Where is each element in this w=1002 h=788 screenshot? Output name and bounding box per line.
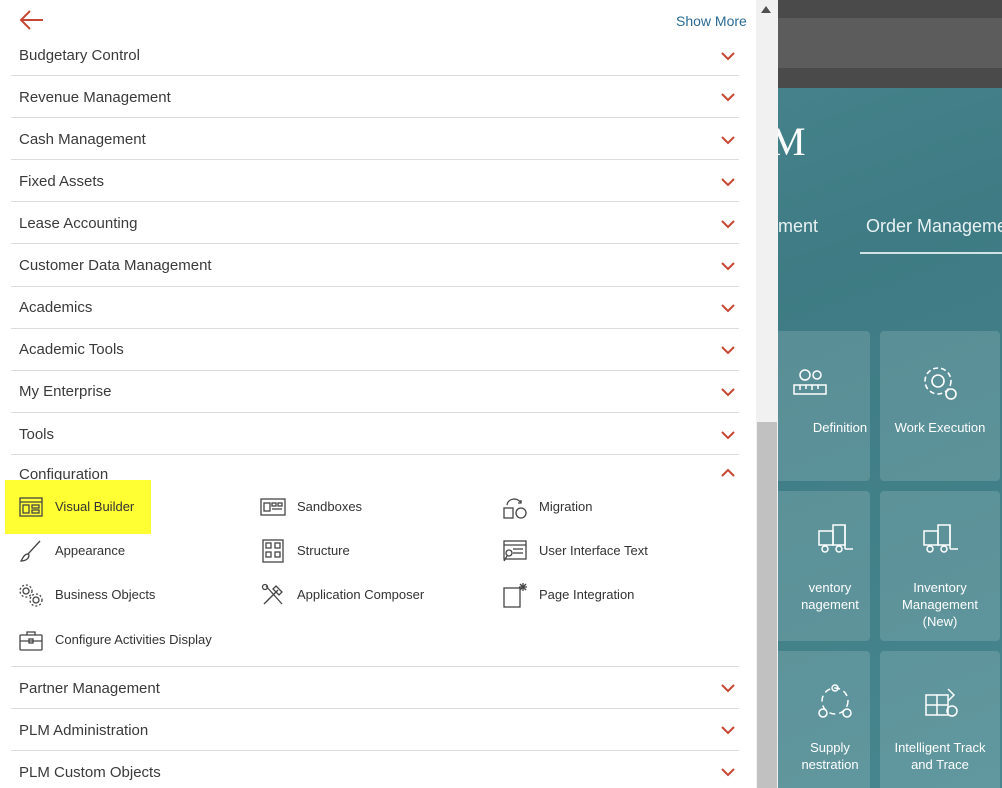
config-item-label: Business Objects [55,587,156,602]
chevron-down-icon [721,52,735,61]
chevron-down-icon [721,304,735,313]
nav-group-label: PLM Custom Objects [19,764,161,781]
nav-group-label: Fixed Assets [19,173,105,190]
config-item-label: Migration [539,499,593,514]
background-tab-2[interactable]: Order Manageme [866,216,1002,237]
chevron-up-icon [721,468,735,477]
config-item-application-composer[interactable]: Application Composer [260,582,450,610]
forklift-icon [880,521,1000,560]
chevron-down-icon [721,262,735,271]
chevron-down-icon [721,346,735,355]
gears-icon [19,584,43,607]
config-item-label: User Interface Text [539,543,648,558]
nav-group-label: Tools [19,426,55,443]
background-tile-label: Inventory Management (New) [902,580,978,629]
chevron-down-icon [721,768,735,777]
background-tile-track-trace[interactable]: Intelligent Track and Trace [880,651,1000,788]
nav-group-cash-management[interactable]: Cash Management [11,118,739,160]
config-item-visual-builder[interactable]: Visual Builder [18,494,158,522]
tools-icon [261,583,283,605]
background-tile-work-execution[interactable]: Work Execution [880,331,1000,481]
nav-group-label: Revenue Management [19,89,171,106]
background-tab-underline [860,252,1002,254]
nav-group-tools[interactable]: Tools [11,413,739,455]
config-item-page-integration[interactable]: Page Integration [502,582,662,610]
nav-group-partner-management[interactable]: Partner Management [11,667,739,709]
nav-group-academic-tools[interactable]: Academic Tools [11,329,739,371]
user-interface-text-icon [503,540,527,562]
config-item-appearance[interactable]: Appearance [18,538,158,566]
config-item-configure-activities-display[interactable]: Configure Activities Display [18,627,238,655]
config-item-label: Sandboxes [297,499,363,514]
scrollbar-thumb[interactable] [757,422,777,788]
nav-group-budgetary-control[interactable]: Budgetary Control [11,34,739,76]
back-button[interactable] [18,8,46,32]
background-tile-label: Intelligent Track and Trace [894,740,986,772]
config-item-migration[interactable]: Migration [502,494,642,522]
nav-group-customer-data-management[interactable]: Customer Data Management [11,245,739,287]
nav-group-label: Lease Accounting [19,215,138,232]
nav-group-academics[interactable]: Academics [11,287,739,329]
config-item-label: Structure [297,543,350,558]
nav-group-lease-accounting[interactable]: Lease Accounting [11,202,739,244]
nav-group-label: Customer Data Management [19,257,212,274]
chevron-down-icon [721,136,735,145]
track-trace-icon [880,681,1000,724]
nav-group-label: Academics [19,299,93,316]
nav-group-fixed-assets[interactable]: Fixed Assets [11,160,739,202]
show-more-link[interactable]: Show More [676,13,747,29]
chevron-down-icon [721,93,735,102]
nav-group-label: Cash Management [19,131,146,148]
nav-group-label: Budgetary Control [19,47,140,64]
brush-icon [19,540,41,562]
nav-group-plm-administration[interactable]: PLM Administration [11,709,739,751]
config-item-structure[interactable]: Structure [260,538,400,566]
page-integration-icon [503,583,527,608]
config-item-label: Configure Activities Display [55,632,212,647]
config-item-label: Visual Builder [55,499,135,514]
chevron-down-icon [721,726,735,735]
navigator-drawer: Show More Budgetary Control Revenue Mana… [0,0,778,788]
chevron-down-icon [721,388,735,397]
gear-icon [880,361,1000,408]
visual-builder-icon [19,497,43,517]
nav-group-label: Partner Management [19,680,160,697]
chevron-down-icon [721,431,735,440]
background-tile-label: Work Execution [894,420,986,435]
config-item-business-objects[interactable]: Business Objects [18,582,178,610]
sandboxes-icon [260,498,286,516]
background-tile-inventory-new[interactable]: Inventory Management (New) [880,491,1000,641]
nav-group-my-enterprise[interactable]: My Enterprise [11,371,739,413]
nav-group-plm-custom-objects[interactable]: PLM Custom Objects [11,751,739,788]
migration-icon [503,498,527,519]
config-item-sandboxes[interactable]: Sandboxes [260,494,400,522]
chevron-down-icon [721,684,735,693]
structure-icon [262,539,284,563]
nav-group-revenue-management[interactable]: Revenue Management [11,76,739,118]
toolbox-icon [19,631,43,651]
nav-group-label: Academic Tools [19,341,124,358]
scroll-up-arrow-icon[interactable] [761,6,771,13]
nav-group-label: My Enterprise [19,383,112,400]
background-tab-1[interactable]: ment [778,216,818,237]
config-item-label: Appearance [55,543,126,558]
chevron-down-icon [721,220,735,229]
config-item-label: Page Integration [539,587,635,602]
nav-group-label: PLM Administration [19,722,149,739]
chevron-down-icon [721,178,735,187]
config-item-user-interface-text[interactable]: User Interface Text [502,538,682,566]
config-item-label: Application Composer [297,587,425,602]
